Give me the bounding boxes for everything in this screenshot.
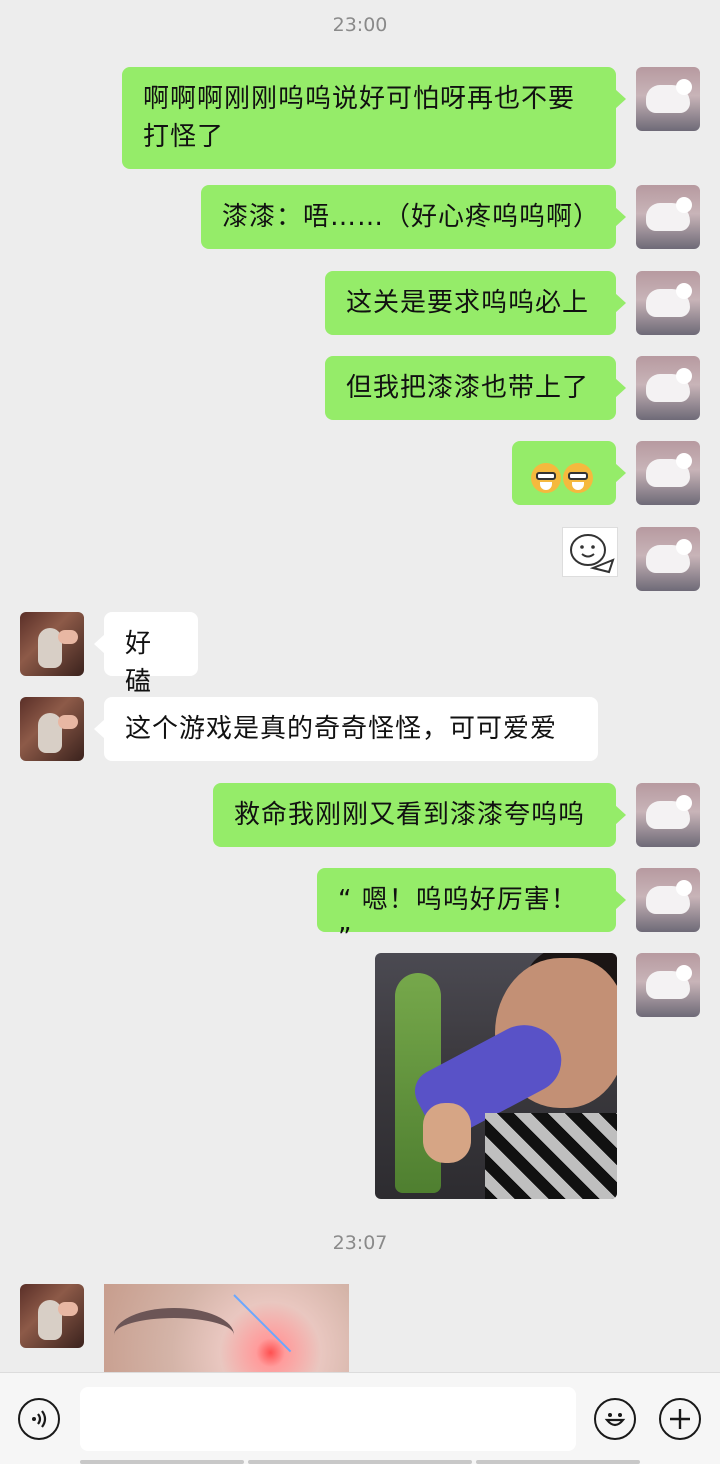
message-bubble[interactable] xyxy=(512,441,626,505)
message-text: 但我把漆漆也带上了 xyxy=(346,373,590,403)
friend-avatar[interactable] xyxy=(20,697,84,761)
input-bar xyxy=(0,1372,720,1464)
voice-icon[interactable] xyxy=(18,1398,60,1440)
my-avatar[interactable] xyxy=(636,271,700,335)
home-indicator xyxy=(248,1460,472,1464)
message-bubble[interactable]: “ 嗯！呜呜好厉害！ ” xyxy=(317,868,626,953)
message-text: “ 嗯！呜呜好厉害！ ” xyxy=(338,885,578,953)
my-avatar[interactable] xyxy=(636,185,700,249)
home-indicator xyxy=(476,1460,640,1464)
glowing-eye-image[interactable] xyxy=(104,1284,349,1372)
timestamp: 23:07 xyxy=(332,1232,388,1254)
my-avatar[interactable] xyxy=(636,783,700,847)
message-text: 这关是要求呜呜必上 xyxy=(346,288,590,318)
my-avatar[interactable] xyxy=(636,67,700,131)
my-avatar[interactable] xyxy=(636,953,700,1017)
message-bubble[interactable]: 好磕 xyxy=(94,612,198,697)
my-avatar[interactable] xyxy=(636,441,700,505)
message-bubble[interactable]: 啊啊啊刚刚呜呜说好可怕呀再也不要打怪了 xyxy=(122,67,626,169)
emoji-icon[interactable] xyxy=(594,1398,636,1440)
woman-biting-shoe-image[interactable] xyxy=(375,953,617,1199)
message-bubble[interactable]: 救命我刚刚又看到漆漆夸呜呜 xyxy=(213,783,626,847)
message-bubble[interactable]: 这个游戏是真的奇奇怪怪，可可爱爱 xyxy=(94,697,598,761)
message-text: 漆漆：唔……（好心疼呜呜啊） xyxy=(222,202,601,232)
doge-glasses-emoji xyxy=(531,462,561,493)
message-text: 啊啊啊刚刚呜呜说好可怕呀再也不要打怪了 xyxy=(143,84,576,152)
checkered-shirt xyxy=(485,1113,617,1199)
timestamp: 23:00 xyxy=(332,14,388,36)
friend-avatar[interactable] xyxy=(20,612,84,676)
message-text: 这个游戏是真的奇奇怪怪，可可爱爱 xyxy=(125,714,558,744)
message-input[interactable] xyxy=(80,1387,576,1451)
light-ray xyxy=(233,1294,292,1353)
plus-icon[interactable] xyxy=(659,1398,701,1440)
message-bubble[interactable]: 这关是要求呜呜必上 xyxy=(325,271,626,335)
my-avatar[interactable] xyxy=(636,868,700,932)
message-bubble[interactable]: 漆漆：唔……（好心疼呜呜啊） xyxy=(201,185,626,249)
hand xyxy=(423,1103,471,1163)
eye-shape xyxy=(114,1308,234,1362)
my-avatar[interactable] xyxy=(636,356,700,420)
smiley-face-sticker[interactable] xyxy=(562,527,618,577)
message-text: 好磕 xyxy=(125,629,153,697)
my-avatar[interactable] xyxy=(636,527,700,591)
message-text: 救命我刚刚又看到漆漆夸呜呜 xyxy=(234,800,586,830)
chat-area[interactable]: 23:00 啊啊啊刚刚呜呜说好可怕呀再也不要打怪了 漆漆：唔……（好心疼呜呜啊）… xyxy=(0,0,720,1372)
doge-glasses-emoji xyxy=(563,462,593,493)
message-bubble[interactable]: 但我把漆漆也带上了 xyxy=(325,356,626,420)
home-indicator xyxy=(80,1460,244,1464)
friend-avatar[interactable] xyxy=(20,1284,84,1348)
